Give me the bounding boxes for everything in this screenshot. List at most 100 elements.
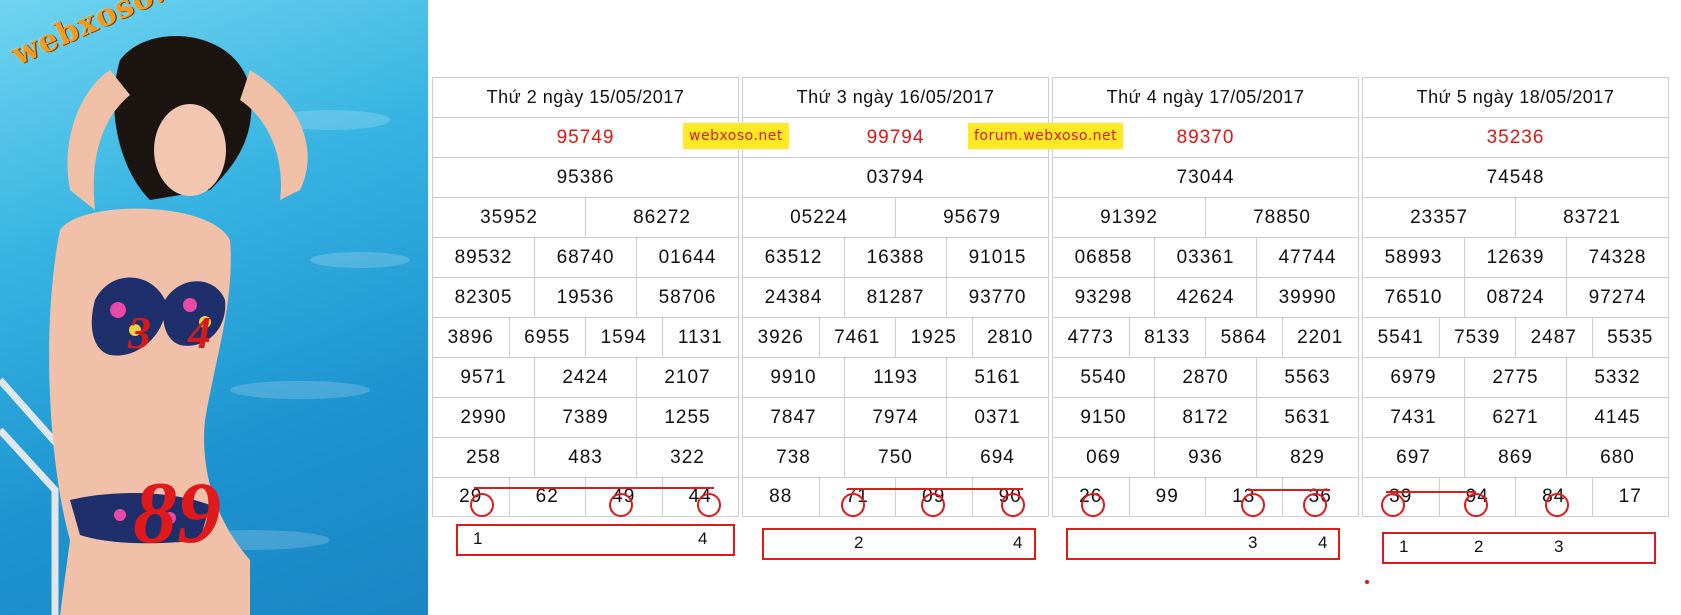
second-prize: 91392 — [1052, 197, 1206, 238]
position-marker: 3 — [1248, 533, 1258, 552]
first-prize: 03794 — [742, 157, 1049, 198]
seventh-prize: 88 — [742, 477, 820, 517]
second-prize: 05224 — [742, 197, 896, 238]
third-prize: 24384 — [742, 277, 845, 318]
sixth-prize: 936 — [1154, 437, 1257, 478]
fourth-prize: 7539 — [1438, 317, 1516, 358]
position-marker-box: 14 — [456, 524, 735, 556]
fifth-prize: 7389 — [534, 397, 637, 438]
second-prize: 23357 — [1362, 197, 1516, 238]
highlight-circle — [1241, 493, 1265, 517]
position-marker: 2 — [1474, 537, 1484, 556]
first-prize: 95386 — [432, 157, 739, 198]
seventh-prize: 17 — [1591, 477, 1669, 517]
third-prize: 19536 — [534, 277, 637, 318]
second-prize: 78850 — [1205, 197, 1359, 238]
highlight-circle — [609, 493, 633, 517]
position-marker-box: 34 — [1066, 528, 1340, 560]
sixth-prize: 483 — [534, 437, 637, 478]
third-prize: 47744 — [1256, 237, 1359, 278]
fourth-prize: 5535 — [1591, 317, 1669, 358]
position-marker: 4 — [698, 529, 708, 548]
highlight-circle — [1381, 493, 1405, 517]
fourth-prize: 7461 — [818, 317, 896, 358]
third-prize: 89532 — [432, 237, 535, 278]
result-sheet-day-4: Thứ 5 ngày 18/05/2017 35236 74548 23357 8372… — [1362, 77, 1669, 517]
sixth-prize: 738 — [742, 437, 845, 478]
fourth-prize: 3896 — [432, 317, 510, 358]
sixth-prize: 750 — [844, 437, 947, 478]
promo-photo: webxoso.net 3 4 89 — [0, 0, 428, 615]
forum-tag[interactable]: forum.webxoso.net — [968, 123, 1124, 149]
stray-dot — [1365, 580, 1369, 584]
fifth-prize: 0371 — [946, 397, 1049, 438]
special-prize: 35236 — [1362, 117, 1669, 158]
third-prize: 12639 — [1464, 237, 1567, 278]
fifth-prize: 6271 — [1464, 397, 1567, 438]
fourth-prize: 2810 — [971, 317, 1049, 358]
second-prize: 83721 — [1515, 197, 1669, 238]
fifth-prize: 4145 — [1566, 397, 1669, 438]
fourth-prize: 5541 — [1362, 317, 1440, 358]
fourth-prize: 1131 — [661, 317, 739, 358]
fifth-prize: 8172 — [1154, 397, 1257, 438]
second-prize: 86272 — [585, 197, 739, 238]
seventh-prize: 99 — [1128, 477, 1206, 517]
draw-date: Thứ 3 ngày 16/05/2017 — [742, 77, 1049, 118]
sixth-prize: 322 — [636, 437, 739, 478]
fifth-prize: 7847 — [742, 397, 845, 438]
site-tag[interactable]: webxoso.net — [683, 123, 789, 149]
sixth-prize: 258 — [432, 437, 535, 478]
seventh-prize: 62 — [508, 477, 586, 517]
highlight-circle — [1081, 493, 1105, 517]
highlight-line — [1248, 489, 1330, 491]
third-prize: 06858 — [1052, 237, 1155, 278]
fourth-prize: 2201 — [1281, 317, 1359, 358]
third-prize: 97274 — [1566, 277, 1669, 318]
fifth-prize: 1255 — [636, 397, 739, 438]
fourth-prize: 2487 — [1515, 317, 1593, 358]
third-prize: 93298 — [1052, 277, 1155, 318]
second-prize: 35952 — [432, 197, 586, 238]
position-marker: 1 — [1399, 537, 1409, 556]
fifth-prize: 7974 — [844, 397, 947, 438]
fifth-prize: 9571 — [432, 357, 535, 398]
fifth-prize: 2424 — [534, 357, 637, 398]
highlight-circle — [470, 493, 494, 517]
fifth-prize: 2775 — [1464, 357, 1567, 398]
second-prize: 95679 — [895, 197, 1049, 238]
position-marker-box: 24 — [762, 528, 1036, 560]
third-prize: 91015 — [946, 237, 1049, 278]
draw-date: Thứ 5 ngày 18/05/2017 — [1362, 77, 1669, 118]
fifth-prize: 7431 — [1362, 397, 1465, 438]
third-prize: 68740 — [534, 237, 637, 278]
highlight-circle — [1303, 493, 1327, 517]
third-prize: 82305 — [432, 277, 535, 318]
photo-digit-left: 3 — [128, 307, 151, 358]
highlight-circle — [1001, 493, 1025, 517]
sixth-prize: 069 — [1052, 437, 1155, 478]
fifth-prize: 5631 — [1256, 397, 1359, 438]
highlight-line — [848, 488, 1023, 490]
fifth-prize: 2107 — [636, 357, 739, 398]
third-prize: 39990 — [1256, 277, 1359, 318]
first-prize: 74548 — [1362, 157, 1669, 198]
fourth-prize: 1594 — [585, 317, 663, 358]
third-prize: 58706 — [636, 277, 739, 318]
draw-date: Thứ 2 ngày 15/05/2017 — [432, 77, 739, 118]
position-marker: 1 — [473, 529, 483, 548]
third-prize: 81287 — [844, 277, 947, 318]
third-prize: 08724 — [1464, 277, 1567, 318]
position-marker-box: 1 2 3 — [1382, 532, 1656, 564]
sixth-prize: 680 — [1566, 437, 1669, 478]
fifth-prize: 6979 — [1362, 357, 1465, 398]
highlight-line — [1386, 491, 1476, 493]
photo-digit-right: 4 — [188, 307, 211, 358]
highlight-circle — [921, 493, 945, 517]
fifth-prize: 5332 — [1566, 357, 1669, 398]
highlight-line — [474, 487, 714, 489]
third-prize: 03361 — [1154, 237, 1257, 278]
fifth-prize: 5563 — [1256, 357, 1359, 398]
position-marker: 4 — [1013, 533, 1023, 552]
highlight-circle — [1464, 493, 1488, 517]
